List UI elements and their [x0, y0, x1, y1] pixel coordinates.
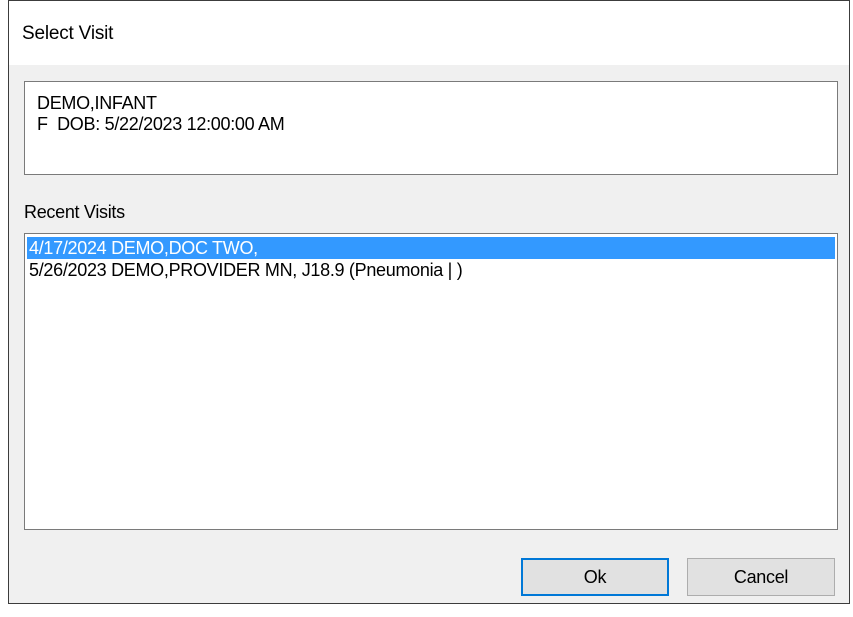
patient-info-box: DEMO,INFANT F DOB: 5/22/2023 12:00:00 AM	[24, 81, 838, 175]
cancel-button[interactable]: Cancel	[687, 558, 835, 596]
ok-button[interactable]: Ok	[521, 558, 669, 596]
select-visit-dialog: Select Visit DEMO,INFANT F DOB: 5/22/202…	[8, 0, 850, 604]
visit-list-item[interactable]: 4/17/2024 DEMO,DOC TWO,	[27, 237, 835, 259]
dialog-title: Select Visit	[22, 23, 114, 44]
patient-name: DEMO,INFANT	[37, 93, 157, 113]
patient-details: F DOB: 5/22/2023 12:00:00 AM	[37, 114, 285, 134]
visit-list-item[interactable]: 5/26/2023 DEMO,PROVIDER MN, J18.9 (Pneum…	[27, 259, 835, 281]
recent-visits-label: Recent Visits	[24, 202, 125, 222]
recent-visits-list[interactable]: 4/17/2024 DEMO,DOC TWO, 5/26/2023 DEMO,P…	[24, 233, 838, 530]
title-bar: Select Visit	[9, 1, 849, 65]
